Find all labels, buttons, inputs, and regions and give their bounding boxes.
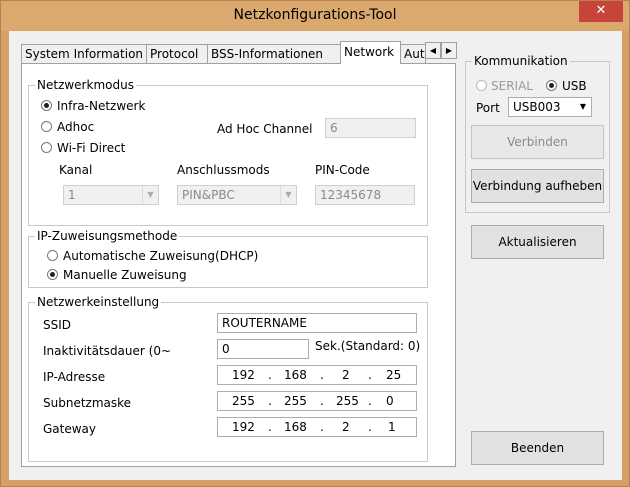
refresh-button[interactable]: Aktualisieren — [471, 225, 604, 259]
gateway-octet-2: 168 — [284, 420, 307, 434]
ip-zuweisung-group: IP-Zuweisungsmethode Automatische Zuweis… — [28, 229, 428, 288]
chevron-down-icon: ▼ — [142, 186, 158, 204]
ip-octet-2: 168 — [284, 368, 307, 382]
netzwerkmodus-legend: Netzwerkmodus — [35, 78, 136, 92]
connect-button[interactable]: Verbinden — [471, 125, 604, 159]
close-icon: ✕ — [595, 3, 607, 18]
tab-scroll-left-button[interactable]: ◀ — [425, 42, 441, 59]
subnet-dot: . — [368, 394, 372, 408]
subnet-octet-3: 255 — [336, 394, 359, 408]
wifi-direct-label: Wi-Fi Direct — [57, 141, 126, 155]
chevron-down-icon: ▼ — [579, 102, 587, 111]
ip-dot: . — [320, 368, 324, 382]
inactivity-input[interactable]: 0 — [217, 339, 309, 359]
usb-label: USB — [562, 79, 587, 93]
inactivity-label: Inaktivitätsdauer (0~3600 — [43, 344, 171, 358]
gateway-octet-3: 2 — [342, 420, 350, 434]
ip-dot: . — [268, 368, 272, 382]
gateway-dot: . — [368, 420, 372, 434]
serial-radio[interactable] — [476, 80, 487, 91]
window-title: Netzkonfigurations-Tool — [233, 7, 397, 23]
client-area: System Information Protocol BSS-Informat… — [9, 31, 622, 480]
gateway-dot: . — [320, 420, 324, 434]
ip-octet-3: 2 — [342, 368, 350, 382]
kanal-select[interactable]: 1 ▼ — [63, 185, 159, 205]
serial-label: SERIAL — [491, 79, 533, 93]
ssid-input[interactable]: ROUTERNAME — [217, 313, 417, 333]
ip-address-label: IP-Adresse — [43, 370, 106, 384]
ssid-label: SSID — [43, 318, 72, 332]
chevron-down-icon: ▼ — [280, 186, 296, 204]
gateway-octet-1: 192 — [232, 420, 255, 434]
kanal-label: Kanal — [59, 163, 93, 177]
kanal-value: 1 — [68, 188, 76, 202]
wifi-direct-radio[interactable] — [41, 142, 52, 153]
gateway-octet-4: 1 — [388, 420, 396, 434]
ip-zuweisung-legend: IP-Zuweisungsmethode — [35, 229, 180, 243]
app-window: Netzkonfigurations-Tool ✕ System Informa… — [0, 0, 630, 487]
anschlussmods-value: PIN&PBC — [182, 188, 235, 202]
subnet-dot: . — [268, 394, 272, 408]
tab-network[interactable]: Network — [340, 41, 401, 64]
ip-dot: . — [368, 368, 372, 382]
port-label: Port — [476, 101, 500, 115]
subnet-input[interactable]: 255 . 255 . 255 . 0 — [217, 391, 417, 411]
gateway-input[interactable]: 192 . 168 . 2 . 1 — [217, 417, 417, 437]
title-bar: Netzkonfigurations-Tool ✕ — [1, 1, 629, 31]
port-select[interactable]: USB003 ▼ — [508, 97, 592, 117]
subnet-octet-1: 255 — [232, 394, 255, 408]
manual-radio[interactable] — [47, 269, 58, 280]
exit-button[interactable]: Beenden — [471, 431, 604, 465]
adhoc-channel-label: Ad Hoc Channel — [217, 122, 313, 136]
tab-strip: System Information Protocol BSS-Informat… — [21, 41, 461, 64]
tab-aut[interactable]: Aut — [400, 44, 426, 63]
tab-protocol[interactable]: Protocol — [146, 44, 208, 63]
manual-label: Manuelle Zuweisung — [63, 268, 187, 282]
subnet-label: Subnetzmaske — [43, 396, 132, 410]
ip-octet-1: 192 — [232, 368, 255, 382]
netzwerkeinstellung-group: Netzwerkeinstellung SSID ROUTERNAME Inak… — [28, 295, 428, 462]
infra-label: Infra-Netzwerk — [57, 99, 146, 113]
kommunikation-legend: Kommunikation — [472, 54, 570, 68]
arrow-left-icon: ◀ — [429, 46, 437, 55]
pin-code-input[interactable]: 12345678 — [315, 185, 415, 205]
dhcp-label: Automatische Zuweisung(DHCP) — [63, 249, 259, 263]
gateway-label: Gateway — [43, 422, 97, 436]
subnet-octet-2: 255 — [284, 394, 307, 408]
adhoc-label: Adhoc — [57, 120, 95, 134]
subnet-octet-4: 0 — [386, 394, 394, 408]
tab-system-information[interactable]: System Information — [21, 44, 147, 63]
dhcp-radio[interactable] — [47, 250, 58, 261]
close-button[interactable]: ✕ — [579, 1, 623, 22]
kommunikation-group: Kommunikation SERIAL USB Port USB003 ▼ V… — [465, 54, 610, 213]
inactivity-hint: Sek.(Standard: 0) — [315, 339, 421, 353]
arrow-right-icon: ▶ — [445, 46, 453, 55]
adhoc-channel-input[interactable]: 6 — [325, 118, 416, 138]
disconnect-button[interactable]: Verbindung aufheben — [471, 169, 604, 203]
network-tab-panel: Netzwerkmodus Infra-Netzwerk Adhoc Ad Ho… — [21, 63, 456, 467]
port-value: USB003 — [513, 100, 561, 114]
usb-radio[interactable] — [546, 80, 557, 91]
anschlussmods-select[interactable]: PIN&PBC ▼ — [177, 185, 297, 205]
ip-octet-4: 25 — [386, 368, 402, 382]
subnet-dot: . — [320, 394, 324, 408]
anschlussmods-label: Anschlussmods — [177, 163, 270, 177]
adhoc-radio[interactable] — [41, 121, 52, 132]
tab-bss-informationen[interactable]: BSS-Informationen — [207, 44, 341, 63]
pin-code-label: PIN-Code — [315, 163, 370, 177]
netzwerkmodus-group: Netzwerkmodus Infra-Netzwerk Adhoc Ad Ho… — [28, 78, 428, 226]
gateway-dot: . — [268, 420, 272, 434]
infra-radio[interactable] — [41, 100, 52, 111]
netzwerkeinstellung-legend: Netzwerkeinstellung — [35, 295, 162, 309]
tab-scroll-right-button[interactable]: ▶ — [441, 42, 457, 59]
ip-address-input[interactable]: 192 . 168 . 2 . 25 — [217, 365, 417, 385]
